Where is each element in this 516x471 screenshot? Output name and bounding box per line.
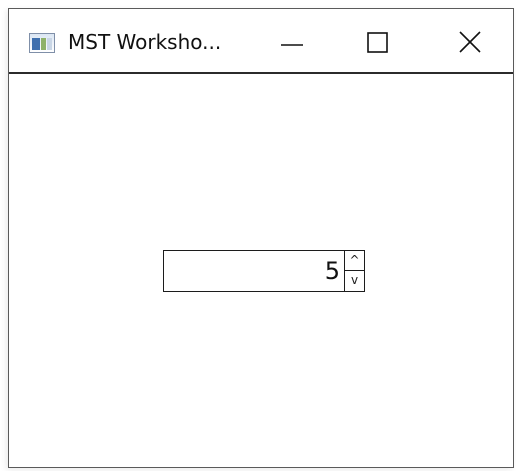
client-area: ^ v: [9, 74, 513, 467]
maximize-icon: [367, 32, 388, 53]
minimize-button[interactable]: [259, 9, 329, 72]
app-icon-pane: [41, 38, 46, 50]
spin-buttons: ^ v: [344, 251, 364, 291]
numeric-spinner: ^ v: [163, 250, 365, 292]
spin-down-button[interactable]: v: [345, 271, 364, 291]
close-icon: [459, 31, 481, 53]
app-icon-pane: [32, 38, 40, 50]
app-window: MST Worksho... ^ v: [8, 8, 514, 468]
minimize-icon: [281, 44, 303, 46]
close-button[interactable]: [435, 9, 505, 72]
spinner-value-input[interactable]: [164, 251, 342, 291]
app-icon: [29, 33, 55, 53]
window-title: MST Worksho...: [68, 30, 222, 54]
spin-up-button[interactable]: ^: [345, 251, 364, 271]
title-bar[interactable]: MST Worksho...: [9, 9, 513, 74]
app-icon-pane: [47, 38, 52, 50]
maximize-button[interactable]: [343, 9, 413, 72]
